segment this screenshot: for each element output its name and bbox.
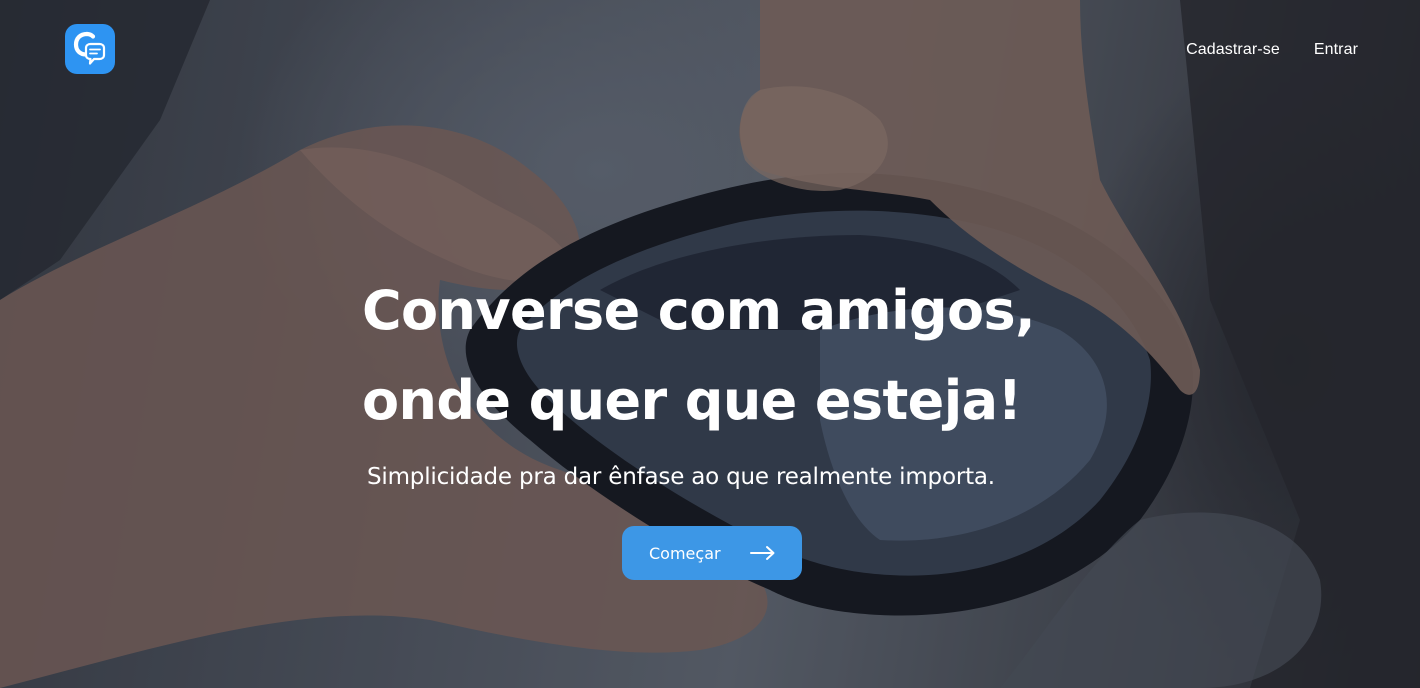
hero-title-line-1: Converse com amigos, (362, 279, 1036, 342)
hero-subtitle: Simplicidade pra dar ênfase ao que realm… (367, 464, 995, 490)
chat-bubble-c-logo-icon (73, 31, 106, 65)
nav-link-login[interactable]: Entrar (1314, 41, 1358, 59)
get-started-button[interactable]: Começar (622, 526, 802, 580)
top-nav: Cadastrar-se Entrar (1186, 41, 1358, 59)
arrow-right-icon (750, 546, 775, 560)
get-started-label: Começar (649, 543, 721, 563)
hero-title-line-2: onde quer que esteja! (362, 369, 1022, 432)
nav-link-signup[interactable]: Cadastrar-se (1186, 41, 1280, 59)
app-logo[interactable] (65, 24, 115, 74)
site-header: Cadastrar-se Entrar (0, 0, 1420, 100)
hero-title: Converse com amigos, onde quer que estej… (362, 266, 1122, 446)
